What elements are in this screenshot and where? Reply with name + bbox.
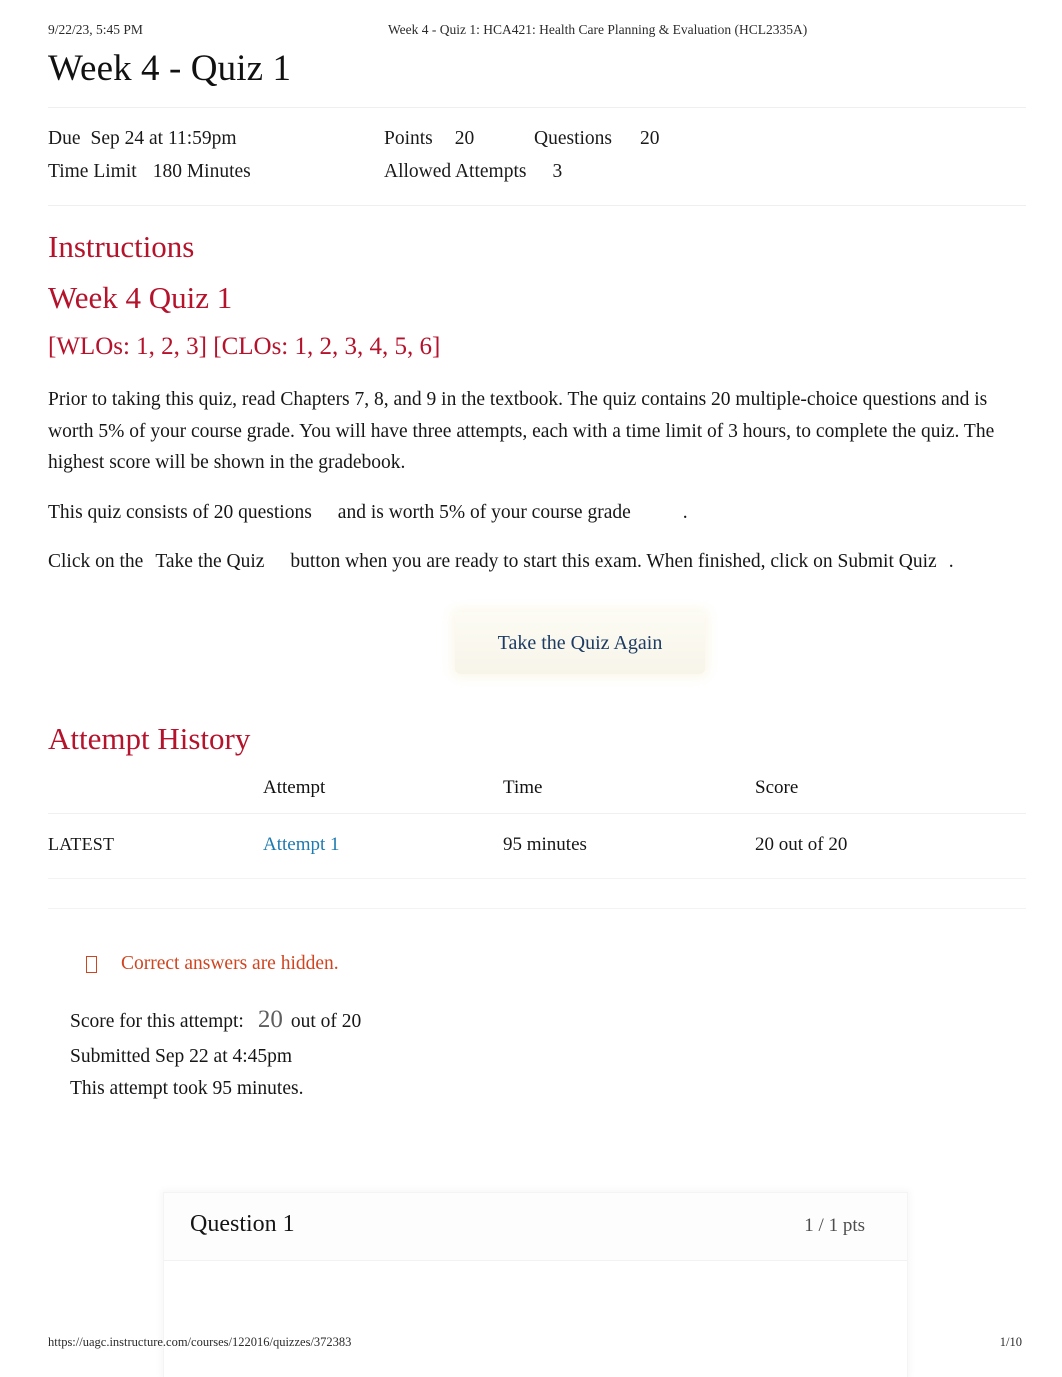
attempt-history-table-head: Attempt Time Score	[48, 771, 1026, 815]
points-label: Points	[384, 127, 433, 149]
due-detail: Due Sep 24 at 11:59pm	[48, 122, 366, 156]
score-label: Score for this attempt:	[70, 1011, 244, 1033]
paragraph-3-take-quiz-label: Take the Quiz	[155, 551, 265, 573]
quiz-page-content: Week 4 - Quiz 1 Due Sep 24 at 11:59pm Po…	[48, 48, 1026, 1105]
page-title: Week 4 - Quiz 1	[48, 48, 292, 89]
paragraph-3-part-c: button when you are ready to start this …	[290, 551, 833, 573]
print-header-document-title: Week 4 - Quiz 1: HCA421: Health Care Pla…	[388, 22, 808, 37]
correct-answers-hidden-notice: Correct answers are hidden.	[86, 953, 1026, 975]
attempt-history-header-row: Attempt Time Score	[48, 771, 1026, 815]
instructions-paragraph-2: This quiz consists of 20 questions and is…	[48, 497, 1026, 529]
paragraph-2-part-c: .	[682, 501, 688, 523]
submitted-timestamp: Submitted Sep 22 at 4:45pm	[70, 1045, 293, 1067]
learning-outcomes-heading: [WLOs: 1, 2, 3] [CLOs: 1, 2, 3, 4, 5, 6]	[48, 332, 441, 360]
column-header-time: Time	[503, 771, 755, 815]
allowed-attempts-label: Allowed Attempts	[384, 161, 527, 183]
score-for-attempt-line: Score for this attempt: 20 out of 20	[70, 999, 1026, 1041]
score-out-of: out of 20	[290, 1011, 362, 1033]
allowed-attempts-value: 3	[552, 161, 563, 183]
paragraph-3-part-e: .	[948, 551, 954, 573]
instructions-paragraph-3: Click on the Take the Quiz button when you…	[48, 546, 1026, 578]
column-header-kept	[48, 771, 263, 815]
take-the-quiz-again-button[interactable]: Take the Quiz Again	[455, 611, 705, 674]
instructions-heading: Instructions	[48, 228, 195, 264]
questions-detail: Questions 20	[534, 122, 734, 156]
attempt-duration: This attempt took 95 minutes.	[70, 1077, 304, 1099]
points-value: 20	[454, 127, 475, 149]
paragraph-2-part-a: This quiz consists of 20 questions	[48, 501, 312, 523]
due-value: Sep 24 at 11:59pm	[90, 127, 237, 149]
cell-kept-flag: LATEST	[48, 813, 263, 880]
quiz-details-row-2: Time Limit 180 Minutes Allowed Attempts …	[48, 155, 1026, 189]
question-1-points: 1 / 1 pts	[804, 1215, 865, 1236]
questions-value: 20	[640, 127, 660, 149]
quiz-details-row-1: Due Sep 24 at 11:59pm Points 20 Question…	[48, 122, 1026, 156]
attempt-1-link[interactable]: Attempt 1	[263, 834, 340, 855]
print-footer: https://uagc.instructure.com/courses/122…	[48, 1335, 1022, 1353]
quiz-details-panel: Due Sep 24 at 11:59pm Points 20 Question…	[48, 106, 1026, 206]
attempt-history-table: Attempt Time Score LATEST Attempt 1 95 m…	[48, 771, 1026, 910]
cell-time: 95 minutes	[503, 813, 755, 880]
print-header: 9/22/23, 5:45 PM Week 4 - Quiz 1: HCA421…	[48, 22, 1022, 42]
due-label: Due	[48, 127, 81, 149]
print-footer-url: https://uagc.instructure.com/courses/122…	[48, 1335, 352, 1349]
latest-badge: LATEST	[48, 834, 115, 855]
questions-label: Questions	[534, 127, 612, 149]
score-value: 20	[257, 1006, 283, 1034]
attempt-history-table-body: LATEST Attempt 1 95 minutes 20 out of 20	[48, 813, 1026, 910]
time-limit-value: 180 Minutes	[152, 161, 251, 183]
instructions-sub-heading: Week 4 Quiz 1	[48, 279, 233, 315]
paragraph-2-part-b: and is worth 5% of your course grade	[337, 501, 631, 523]
attempt-history-heading: Attempt History	[48, 720, 251, 756]
paragraph-3-part-a: Click on the	[48, 551, 144, 573]
cell-spacer-2	[263, 878, 503, 910]
column-header-score: Score	[755, 771, 1026, 815]
time-limit-label: Time Limit	[48, 161, 137, 183]
table-row-spacer	[48, 878, 1026, 910]
cell-score: 20 out of 20	[755, 813, 1026, 880]
points-detail: Points 20	[366, 122, 534, 156]
info-box-icon	[86, 955, 97, 973]
question-1-title: Question 1	[190, 1211, 295, 1237]
cell-spacer-1	[48, 878, 263, 910]
attempt-score-summary: Score for this attempt: 20 out of 20 Sub…	[70, 999, 1026, 1105]
correct-answers-hidden-text: Correct answers are hidden.	[121, 953, 339, 975]
table-row: LATEST Attempt 1 95 minutes 20 out of 20	[48, 813, 1026, 880]
print-footer-page-number: 1/10	[999, 1335, 1022, 1349]
cell-spacer-3	[503, 878, 755, 910]
quiz-action-area: Take the Quiz Again	[48, 602, 1026, 698]
allowed-attempts-detail: Allowed Attempts 3	[366, 155, 566, 189]
cell-spacer-4	[755, 878, 1026, 910]
paragraph-3-submit-quiz-label: Submit Quiz	[837, 551, 937, 573]
column-header-attempt: Attempt	[263, 771, 503, 815]
question-1-header: Question 1 1 / 1 pts	[164, 1193, 907, 1261]
question-1-body	[164, 1261, 907, 1377]
print-header-date: 9/22/23, 5:45 PM	[48, 22, 143, 37]
instructions-paragraph-1: Prior to taking this quiz, read Chapters…	[48, 388, 995, 474]
cell-attempt: Attempt 1	[263, 813, 503, 880]
time-limit-detail: Time Limit 180 Minutes	[48, 155, 366, 189]
